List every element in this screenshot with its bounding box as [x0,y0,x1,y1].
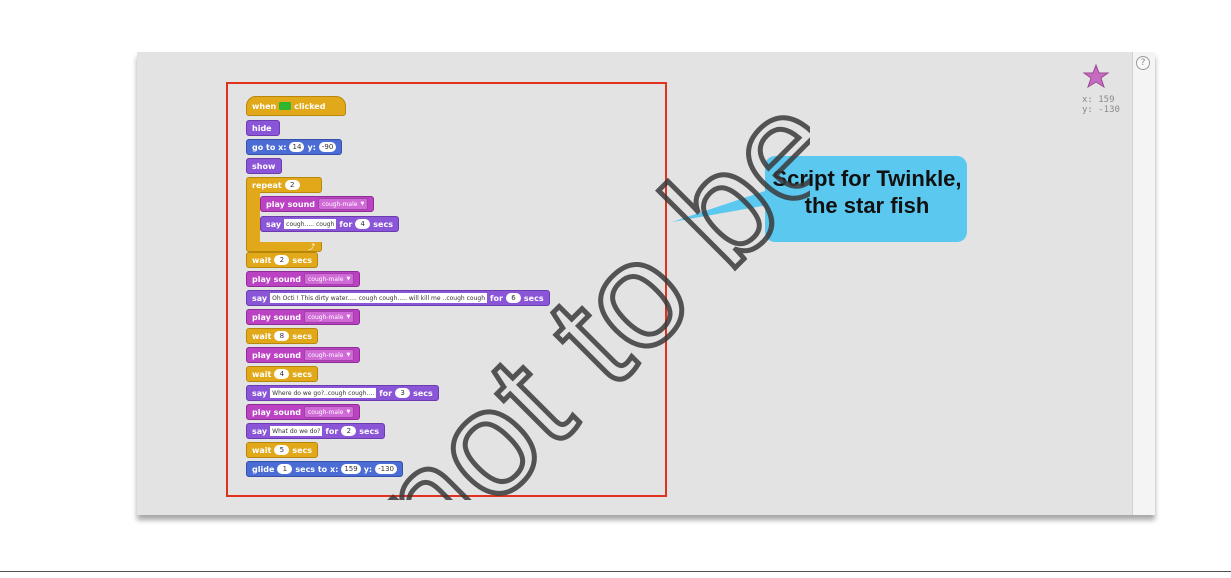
sound-dropdown[interactable]: cough-male ▼ [304,273,355,285]
callout-text: Script for Twinkle, the star fish [767,165,967,219]
say-secs-input[interactable]: 4 [355,219,371,229]
play-sound-label: play sound [252,350,301,360]
repeat-label: repeat [252,180,282,190]
wait-block-1[interactable]: wait 2 secs [246,252,319,268]
say-text-input[interactable]: What do we do? [270,426,323,436]
play-sound-block-5[interactable]: play sound cough-male ▼ [246,404,361,420]
wait-label: wait [252,445,272,455]
show-label: show [252,161,276,171]
when-flag-clicked-block[interactable]: when clicked [246,96,346,116]
callout-line-1: Script for Twinkle, [772,166,962,191]
glide-secs-input[interactable]: 1 [277,464,293,474]
say-for-secs-block-2[interactable]: say Oh Octi ! This dirty water..... coug… [246,290,550,306]
repeat-count-input[interactable]: 2 [284,180,300,190]
for-label: for [339,219,353,229]
secs-label: secs [292,331,313,341]
repeat-arm [246,190,260,246]
say-label: say [252,426,268,436]
callout-line-2: the star fish [804,193,930,218]
callout-bubble [672,156,967,242]
say-for-secs-block-4[interactable]: say What do we do? for 2 secs [246,423,385,439]
wait-label: wait [252,369,272,379]
sound-dropdown[interactable]: cough-male ▼ [304,406,355,418]
secs-label: secs [523,293,544,303]
chevron-down-icon: ▼ [346,276,351,282]
chevron-down-icon: ▼ [346,352,351,358]
wait-block-3[interactable]: wait 4 secs [246,366,319,382]
glide-x-input[interactable]: 159 [341,464,361,474]
sound-dropdown[interactable]: cough-male ▼ [304,311,355,323]
glide-label: glide [252,464,275,474]
play-sound-label: play sound [266,199,315,209]
glide-y-label: y: [363,464,373,474]
wait-label: wait [252,331,272,341]
chevron-down-icon: ▼ [346,314,351,320]
say-text-input[interactable]: Where do we go?..cough cough.... [270,388,377,398]
say-for-secs-block-3[interactable]: say Where do we go?..cough cough.... for… [246,385,439,401]
play-sound-block-2[interactable]: play sound cough-male ▼ [246,271,361,287]
page-bottom-rule [0,571,1231,572]
wait-label: wait [252,255,272,265]
say-for-secs-block-1[interactable]: say cough..... cough for 4 secs [260,216,399,232]
hide-block[interactable]: hide [246,120,280,136]
green-flag-icon [279,102,292,110]
chevron-down-icon: ▼ [360,201,365,207]
secs-label: secs [373,219,393,229]
secs-label: secs [292,445,313,455]
for-label: for [490,293,503,303]
when-label: when [252,101,277,111]
glide-y-input[interactable]: -130 [375,464,398,474]
go-to-label: go to x: [252,142,287,152]
play-sound-label: play sound [252,407,301,417]
say-label: say [266,219,282,229]
sound-dropdown[interactable]: cough-male ▼ [318,198,369,210]
go-to-x-input[interactable]: 14 [289,142,305,152]
secs-label: secs [292,255,313,265]
glide-mid-label: secs to x: [295,464,339,474]
secs-label: secs [292,369,313,379]
wait-block-2[interactable]: wait 8 secs [246,328,319,344]
clicked-label: clicked [294,101,326,111]
show-block[interactable]: show [246,158,282,174]
wait-block-4[interactable]: wait 5 secs [246,442,319,458]
say-text-input[interactable]: cough..... cough [284,219,337,229]
sound-dropdown[interactable]: cough-male ▼ [304,349,355,361]
repeat-foot: ⤴ [246,242,322,252]
say-label: say [252,388,268,398]
for-label: for [379,388,393,398]
glide-block[interactable]: glide 1 secs to x: 159 y: -130 [246,461,404,477]
wait-secs-input[interactable]: 8 [274,331,290,341]
play-sound-block-1[interactable]: play sound cough-male ▼ [260,196,375,212]
secs-label: secs [413,388,433,398]
say-label: say [252,293,268,303]
loop-arrow-icon: ⤴ [308,243,315,251]
for-label: for [325,426,339,436]
secs-label: secs [359,426,379,436]
say-text-input[interactable]: Oh Octi ! This dirty water..... cough co… [270,293,487,303]
play-sound-label: play sound [252,274,301,284]
wait-secs-input[interactable]: 2 [274,255,290,265]
wait-secs-input[interactable]: 5 [274,445,290,455]
hide-label: hide [252,123,272,133]
say-secs-input[interactable]: 3 [395,388,411,398]
go-to-y-label: y: [307,142,316,152]
play-sound-block-4[interactable]: play sound cough-male ▼ [246,347,361,363]
go-to-block[interactable]: go to x: 14 y: -90 [246,139,343,155]
chevron-down-icon: ▼ [346,409,351,415]
say-secs-input[interactable]: 6 [505,293,521,303]
go-to-y-input[interactable]: -90 [318,142,337,152]
say-secs-input[interactable]: 2 [341,426,357,436]
play-sound-label: play sound [252,312,301,322]
wait-secs-input[interactable]: 4 [274,369,290,379]
play-sound-block-3[interactable]: play sound cough-male ▼ [246,309,361,325]
